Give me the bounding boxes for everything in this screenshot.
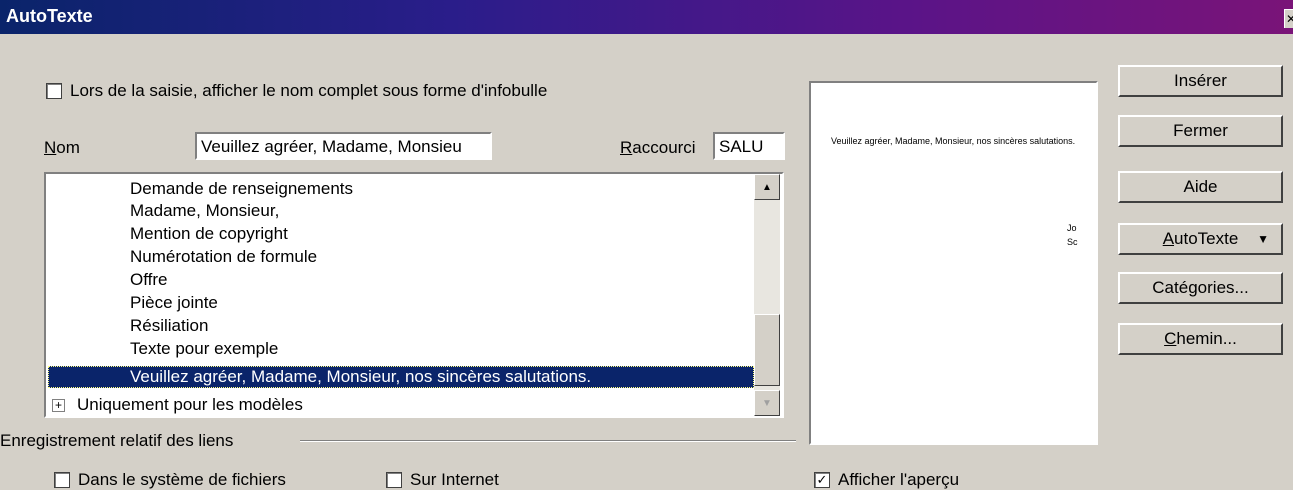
list-item[interactable]: Pièce jointe (130, 292, 218, 314)
name-input[interactable]: Veuillez agréer, Madame, Monsieu (195, 132, 492, 160)
list-item[interactable]: Numérotation de formule (130, 246, 317, 268)
list-item[interactable]: Offre (130, 269, 167, 291)
name-label: Nom (44, 138, 80, 157)
close-icon[interactable]: ✕ (1284, 9, 1293, 28)
list-item[interactable]: Madame, Monsieur, (130, 200, 279, 222)
shortcut-label: Raccourci (620, 138, 696, 157)
filesystem-checkbox-label: Dans le système de fichiers (78, 470, 286, 489)
list-item-selected[interactable]: Veuillez agréer, Madame, Monsieur, nos s… (48, 366, 754, 388)
help-button[interactable]: Aide (1118, 171, 1283, 203)
list-item[interactable]: Texte pour exemple (130, 338, 278, 360)
categories-button[interactable]: Catégories... (1118, 272, 1283, 304)
preview-cut-text: Sc (1067, 237, 1078, 247)
tree-group-label: Uniquement pour les modèles (77, 395, 303, 414)
autotext-list[interactable]: Demande de renseignements Madame, Monsie… (44, 172, 784, 418)
internet-checkbox-label: Sur Internet (410, 470, 499, 489)
vertical-scrollbar[interactable]: ▲ ▼ (754, 174, 780, 416)
insert-button[interactable]: Insérer (1118, 65, 1283, 97)
tree-group-templates[interactable]: + Uniquement pour les modèles (52, 394, 303, 416)
checkbox-box[interactable] (46, 83, 62, 99)
tooltip-checkbox[interactable]: Lors de la saisie, afficher le nom compl… (46, 81, 547, 101)
preview-cut-text: Jo (1067, 223, 1077, 233)
scroll-down-icon[interactable]: ▼ (754, 390, 780, 416)
checkmark-icon[interactable]: ✓ (814, 472, 830, 488)
autotext-menu-button[interactable]: AutoTexte ▼ (1118, 223, 1283, 255)
show-preview-label: Afficher l'aperçu (838, 470, 960, 489)
preview-pane: Veuillez agréer, Madame, Monsieur, nos s… (809, 81, 1098, 445)
list-item[interactable]: Demande de renseignements (130, 178, 353, 200)
show-preview-checkbox[interactable]: ✓ Afficher l'aperçu (814, 470, 959, 490)
expand-icon[interactable]: + (52, 398, 65, 412)
close-button[interactable]: Fermer (1118, 115, 1283, 147)
window-title: AutoTexte (6, 6, 93, 26)
title-bar: AutoTexte ✕ (0, 0, 1293, 34)
path-button[interactable]: Chemin... (1118, 323, 1283, 355)
scroll-up-icon[interactable]: ▲ (754, 174, 780, 200)
internet-checkbox[interactable]: Sur Internet (386, 470, 499, 490)
preview-text: Veuillez agréer, Madame, Monsieur, nos s… (831, 136, 1076, 146)
group-divider (300, 440, 796, 442)
links-group-label: Enregistrement relatif des liens (0, 431, 234, 450)
shortcut-input[interactable]: SALU (713, 132, 785, 160)
checkbox-box[interactable] (54, 472, 70, 488)
dropdown-arrow-icon: ▼ (1257, 232, 1269, 246)
filesystem-checkbox[interactable]: Dans le système de fichiers (54, 470, 286, 490)
scroll-thumb[interactable] (754, 314, 780, 386)
list-item[interactable]: Résiliation (130, 315, 208, 337)
list-item[interactable]: Mention de copyright (130, 223, 288, 245)
checkbox-box[interactable] (386, 472, 402, 488)
tooltip-checkbox-label: Lors de la saisie, afficher le nom compl… (70, 81, 548, 100)
